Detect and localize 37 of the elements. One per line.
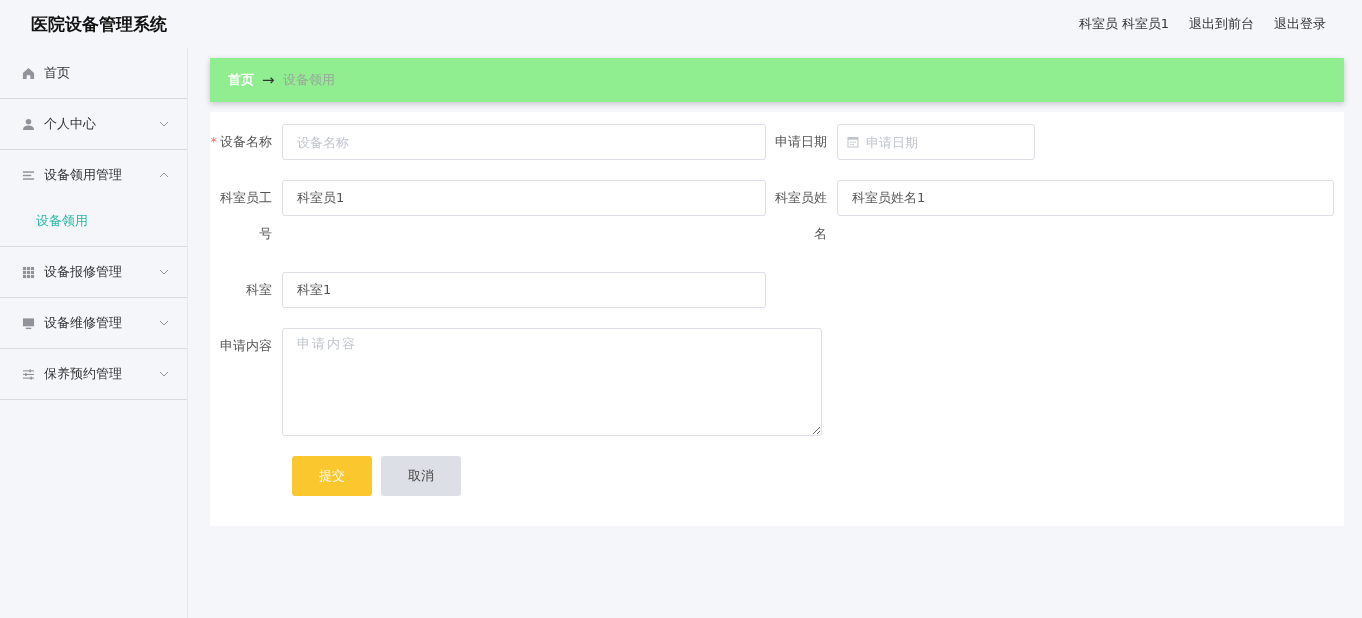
user-name: 科室员 科室员1	[1078, 15, 1169, 33]
input-field[interactable]: 科室员1	[282, 180, 766, 216]
list-icon	[22, 168, 35, 182]
chevron-up-icon	[159, 172, 169, 178]
sliders-icon	[22, 367, 35, 381]
input-field[interactable]: 设备名称	[282, 124, 766, 160]
text-area[interactable]: 申请内容	[282, 328, 822, 436]
field-label: 申请内容	[220, 338, 272, 353]
sidebar-item[interactable]: 首页	[0, 48, 187, 98]
app-title: 医院设备管理系统	[31, 12, 167, 36]
date-field[interactable]: 申请日期	[837, 124, 1035, 160]
person-icon	[22, 117, 35, 131]
sidebar-item[interactable]: 设备维修管理	[0, 298, 187, 348]
sidebar-item[interactable]: 个人中心	[0, 99, 187, 149]
required-mark: *	[210, 134, 217, 149]
chevron-down-icon	[159, 269, 169, 275]
header-link[interactable]: 退出到前台	[1189, 15, 1254, 33]
header-link[interactable]: 退出登录	[1274, 15, 1326, 33]
field-label: 科室	[246, 282, 272, 297]
chevron-down-icon	[159, 320, 169, 326]
cancel-button[interactable]: 取消	[381, 456, 461, 496]
field-label: 申请日期	[775, 134, 827, 149]
chevron-down-icon	[159, 371, 169, 377]
field-label: 科室员姓名	[775, 190, 827, 241]
sidebar-item[interactable]: 设备领用管理	[0, 150, 187, 200]
breadcrumb-separator: →	[262, 71, 275, 89]
chevron-down-icon	[159, 121, 169, 127]
monitor-icon	[22, 316, 35, 330]
home-icon	[22, 66, 35, 80]
input-field[interactable]: 科室员姓名1	[837, 180, 1334, 216]
grid-icon	[22, 265, 35, 279]
field-label: 设备名称	[220, 134, 272, 149]
breadcrumb-current: 设备领用	[282, 71, 335, 89]
field-label: 科室员工号	[220, 190, 272, 241]
sidebar-item[interactable]: 保养预约管理	[0, 349, 187, 399]
sidebar-item[interactable]: 设备报修管理	[0, 247, 187, 297]
input-field[interactable]: 科室1	[282, 272, 766, 308]
